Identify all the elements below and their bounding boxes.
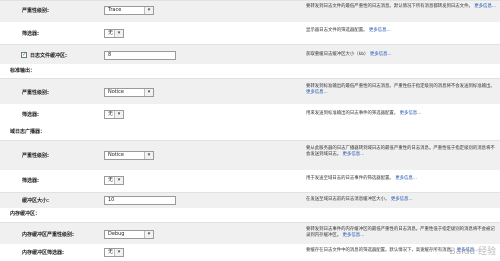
- desc-text: 在发送至域日志前的日志消息缓冲区大小。: [306, 197, 390, 202]
- select-value: Debug: [108, 231, 125, 237]
- more-info-link[interactable]: 更多信息...: [474, 4, 496, 9]
- desc-text: 显示器日志文件的筛选器配置。: [306, 28, 368, 33]
- buffer-size-input[interactable]: 10: [104, 196, 176, 205]
- desc-text: 要从此服务器的日志广播器转到域日志的最低严重性的日志消息。严重性低于指定级别的消…: [306, 146, 495, 157]
- desc-text: 用来发送到标准输出的日志事件的筛选器配置。: [306, 111, 399, 116]
- row-domain-filter: 筛选器: 无 ▾ 用于发送至域日志的日志事件的筛选器配置。 更多信息...: [0, 170, 500, 192]
- section-memory-buffer: 内存缓冲区：: [0, 208, 500, 222]
- desc-text: 要转发到日志文件的最低严重性的日志消息。默认情况下所有消息都转发到日志文件。: [306, 4, 473, 9]
- more-info-link[interactable]: 更多信息...: [343, 233, 365, 238]
- domain-filter-label: 筛选器:: [22, 178, 39, 184]
- row-domain-severity: 严重性级别: Notice ▾ 要从此服务器的日志广播器转到域日志的最低严重性的…: [0, 140, 500, 172]
- chevron-down-icon: ▾: [114, 111, 123, 118]
- log-file-buffer-input[interactable]: 8: [104, 51, 176, 60]
- chevron-down-icon: ▾: [114, 177, 123, 184]
- stdout-filter-label: 筛选器:: [22, 112, 39, 118]
- section-title: 标准输出：: [10, 68, 36, 74]
- log-file-buffer-desc: 获取重缓日志缓冲区大小（kb） 更多信息...: [306, 52, 496, 58]
- domain-severity-label: 严重性级别:: [22, 153, 50, 159]
- baidu-watermark: Baidu 经验: [449, 247, 496, 257]
- more-info-link[interactable]: 更多信息...: [400, 111, 422, 116]
- row-stdout-severity: 严重性级别: Notice ▾ 要转发到标准输出的最低严重性的日志消息。严重性低…: [0, 78, 500, 106]
- select-value: Trace: [108, 7, 122, 13]
- filter-desc: 显示器日志文件的筛选器配置。 更多信息...: [306, 28, 496, 34]
- stdout-severity-desc: 要转发到标准输出的最低严重性的日志消息。严重性低于指定级别的消息将不会发送到标准…: [306, 84, 496, 95]
- stdout-filter-select[interactable]: 无 ▾: [104, 110, 124, 119]
- desc-text: 用于发送至域日志的日志事件的筛选器配置。: [306, 176, 394, 181]
- section-domain-log-broadcaster: 域日志广播器：: [0, 126, 500, 140]
- chevron-down-icon: ▾: [114, 30, 123, 37]
- input-value: 10: [108, 197, 115, 203]
- desc-text: 获取重缓日志缓冲区大小（kb）: [306, 52, 369, 57]
- desc-text: 要转发到日志事件的内存缓冲区的最低严重性的日志消息。严重性低于指定级别的消息将不…: [306, 227, 495, 238]
- chevron-down-icon: ▾: [144, 89, 153, 96]
- memory-severity-desc: 要转发到日志事件的内存缓冲区的最低严重性的日志消息。严重性低于指定级别的消息将不…: [306, 227, 496, 238]
- more-info-link[interactable]: 更多信息...: [395, 176, 417, 181]
- memory-severity-label: 内存缓冲区严重性级别:: [22, 232, 75, 238]
- desc-text: 要转发到标准输出的最低严重性的日志消息。严重性低于指定级别的消息将不会发送到标准…: [306, 84, 495, 89]
- domain-severity-select[interactable]: Notice ▾: [104, 151, 154, 160]
- stdout-severity-select[interactable]: Notice ▾: [104, 88, 154, 97]
- select-value: 无: [108, 177, 114, 183]
- logging-settings-page: 严重性级别: Trace ▾ 要转发到日志文件的最低严重性的日志消息。默认情况下…: [0, 0, 500, 261]
- filter-select[interactable]: 无 ▾: [104, 29, 124, 38]
- severity-level-label: 严重性级别:: [22, 8, 50, 14]
- section-standard-output: 标准输出：: [0, 64, 500, 78]
- section-title: 域日志广播器：: [10, 129, 46, 135]
- log-file-buffer-checkbox[interactable]: [21, 51, 27, 58]
- chevron-down-icon: ▾: [114, 249, 123, 256]
- chevron-down-icon: ▾: [144, 152, 153, 159]
- more-info-link[interactable]: 更多信息...: [370, 52, 392, 57]
- domain-filter-desc: 用于发送至域日志的日志事件的筛选器配置。 更多信息...: [306, 176, 496, 182]
- row-log-file-buffer: 日志文件缓冲区: 8 获取重缓日志缓冲区大小（kb） 更多信息...: [0, 44, 500, 66]
- memory-filter-select[interactable]: 无 ▾: [104, 248, 124, 257]
- section-title: 内存缓冲区：: [10, 211, 41, 217]
- stdout-severity-label: 严重性级别:: [22, 90, 50, 96]
- select-value: 无: [108, 249, 114, 255]
- select-value: Notice: [108, 152, 124, 158]
- more-info-link[interactable]: 更多信息...: [369, 28, 391, 33]
- select-value: 无: [108, 111, 114, 117]
- select-value: Notice: [108, 89, 124, 95]
- row-severity-level: 严重性级别: Trace ▾ 要转发到日志文件的最低严重性的日志消息。默认情况下…: [0, 0, 500, 24]
- desc-text: 要缓存在日志文件中的消息的筛选器配置。默认情况下，高速缓存所有消息。: [306, 248, 456, 253]
- row-filter: 筛选器: 无 ▾ 显示器日志文件的筛选器配置。 更多信息...: [0, 22, 500, 44]
- select-value: 无: [108, 30, 114, 36]
- stdout-filter-desc: 用来发送到标准输出的日志事件的筛选器配置。 更多信息...: [306, 111, 496, 117]
- severity-level-select[interactable]: Trace ▾: [104, 6, 154, 15]
- chevron-down-icon: ▾: [144, 7, 153, 14]
- row-stdout-filter: 筛选器: 无 ▾ 用来发送到标准输出的日志事件的筛选器配置。 更多信息...: [0, 104, 500, 126]
- buffer-size-desc: 在发送至域日志前的日志消息缓冲区大小。 更多信息...: [306, 197, 496, 203]
- buffer-size-label: 缓冲区大小:: [22, 198, 50, 204]
- severity-level-desc: 要转发到日志文件的最低严重性的日志消息。默认情况下所有消息都转发到日志文件。 更…: [306, 4, 496, 10]
- chevron-down-icon: ▾: [144, 231, 153, 238]
- domain-severity-desc: 要从此服务器的日志广播器转到域日志的最低严重性的日志消息。严重性低于指定级别的消…: [306, 146, 496, 157]
- more-info-link[interactable]: 更多信息...: [391, 197, 413, 202]
- more-info-link[interactable]: 更多信息...: [306, 90, 328, 95]
- filter-label: 筛选器:: [22, 31, 39, 37]
- input-value: 8: [108, 52, 112, 58]
- memory-severity-select[interactable]: Debug ▾: [104, 230, 154, 239]
- domain-filter-select[interactable]: 无 ▾: [104, 176, 124, 185]
- memory-filter-label: 内存缓冲区筛选器:: [22, 250, 65, 256]
- row-memory-severity: 内存缓冲区严重性级别: Debug ▾ 要转发到日志事件的内存缓冲区的最低严重性…: [0, 222, 500, 246]
- more-info-link[interactable]: 更多信息...: [343, 152, 365, 157]
- log-file-buffer-label: 日志文件缓冲区:: [30, 53, 68, 59]
- row-memory-filter: 内存缓冲区筛选器: 无 ▾ 要缓存在日志文件中的消息的筛选器配置。默认情况下，高…: [0, 244, 500, 261]
